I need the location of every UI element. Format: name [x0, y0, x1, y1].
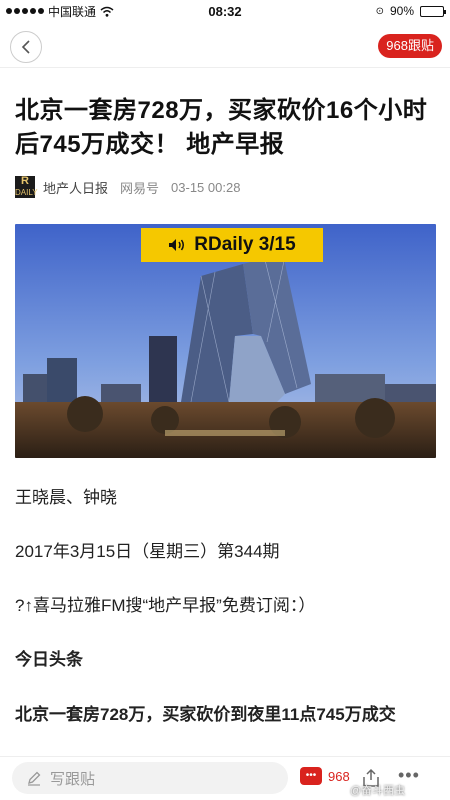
source-logo-text-bottom: DAILY [15, 188, 38, 197]
subscribe-note: ?↑喜马拉雅FM搜“地产早报”免费订阅：） [15, 596, 316, 615]
lead-headline: 北京一套房728万，买家砍价到夜里11点745万成交 [15, 705, 396, 724]
comment-placeholder: 写跟贴 [50, 770, 96, 788]
source-name[interactable]: 地产人日报 [43, 178, 108, 197]
status-time: 08:32 [208, 3, 242, 19]
hero-badge-text: RDaily 3/15 [194, 234, 296, 255]
article: 北京一套房728万，买家砍价16个小时后745万成交！ 地产早报 R DAILY… [15, 68, 437, 730]
nav-bar: 968跟贴 [0, 22, 450, 68]
issue-date: 2017年3月15日（星期三）第344期 [15, 542, 280, 561]
status-bar: 中国联通 08:32 ⊙ 90% [0, 0, 450, 22]
publish-datetime: 03-15 00:28 [171, 179, 241, 195]
platform-label: 网易号 [120, 180, 160, 196]
comment-count: 968 [328, 768, 350, 784]
comment-input[interactable]: 写跟贴 [12, 762, 288, 794]
follow-count-button[interactable]: 968跟贴 [378, 34, 442, 58]
watermark: @奋斗西虫 [350, 785, 406, 797]
wifi-icon [100, 6, 114, 17]
source-logo[interactable]: R DAILY [15, 175, 38, 198]
source-logo-text-top: R [21, 175, 29, 187]
signal-icon [6, 8, 44, 14]
status-right: ⊙ 90% [284, 4, 446, 18]
lock-icon: ⊙ [375, 5, 384, 17]
hero-image[interactable]: RDaily 3/15 [15, 224, 436, 458]
article-meta: R DAILY 地产人日报 网易号 03-15 00:28 [15, 176, 437, 198]
battery-icon [420, 5, 446, 17]
battery-percent: 90% [389, 4, 414, 18]
article-title: 北京一套房728万，买家砍价16个小时后745万成交！ 地产早报 [15, 97, 428, 158]
back-button[interactable] [10, 31, 42, 63]
section-heading: 今日头条 [15, 650, 83, 669]
status-left: 中国联通 [6, 3, 166, 20]
back-arrow-icon [21, 40, 30, 54]
hero-badge: RDaily 3/15 [141, 228, 323, 262]
pencil-icon [28, 771, 41, 786]
comment-count-button[interactable]: ••• 968 [300, 767, 350, 785]
author-line: 王晓晨、钟晓 [15, 488, 117, 507]
comment-bubble-icon: ••• [300, 767, 322, 785]
carrier-label: 中国联通 [48, 4, 97, 19]
speaker-icon [169, 239, 185, 251]
